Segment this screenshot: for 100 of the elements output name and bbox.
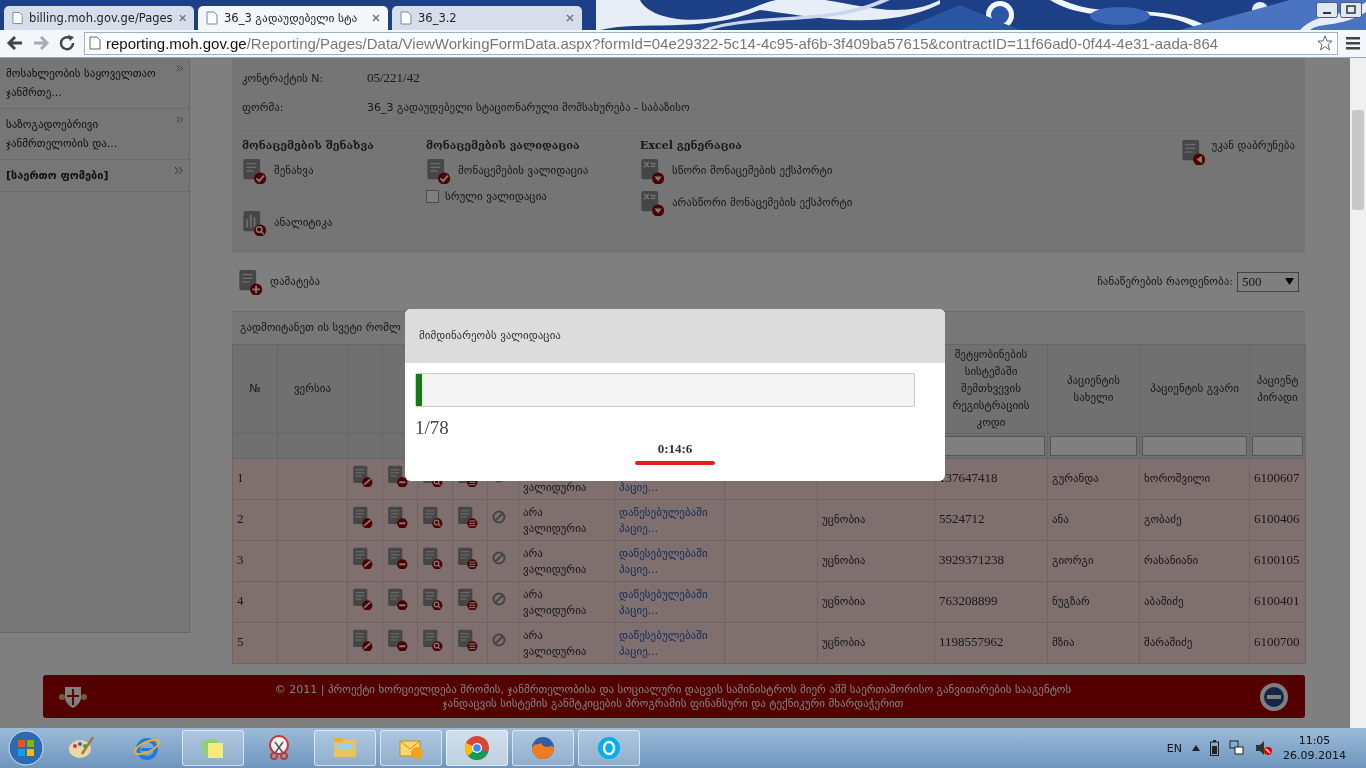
address-bar[interactable]: reporting.moh.gov.ge/Reporting/Pages/Data/ViewWorkingFormData.aspx?formId=04e29322-5c14-4c95-af6b-3f409ba57615&contractID=11f66ad0-0f44-4e31-aada-864 [84, 31, 1338, 55]
scrollbar[interactable] [1350, 57, 1366, 729]
document-pencil-icon [352, 588, 374, 611]
table-cell: შარაშიძე [1139, 622, 1250, 664]
table-cell: რახანიანი [1139, 540, 1250, 582]
table-cell-text: ვალიდურია [523, 479, 588, 496]
checkbox[interactable] [426, 189, 439, 203]
filter-field[interactable] [1050, 435, 1137, 456]
sidebar-item[interactable]: [საერთო ფომები] [0, 159, 189, 192]
column-header: პაციენტის გვარი [1150, 381, 1239, 398]
action-link[interactable]: შენახვა [274, 164, 314, 178]
browser-tab[interactable]: 36_3 გადაუდებელი სტა [198, 5, 388, 30]
page-icon [89, 36, 101, 51]
ban-icon[interactable] [492, 510, 506, 525]
page-size-select[interactable]: 500 [1237, 271, 1299, 292]
seal-icon [1259, 681, 1289, 712]
table-cell: ნუგზარ [1047, 581, 1140, 623]
table-cell: ანა [1047, 499, 1140, 541]
document-search-icon [422, 547, 444, 570]
table-cell: გობაძე [1139, 499, 1250, 541]
table-cell: 6100607 [1249, 458, 1306, 500]
back-arrow-icon[interactable] [6, 35, 24, 52]
table-cell: უცნობია [817, 499, 935, 541]
document-minus-icon [387, 547, 409, 570]
action-link[interactable]: არასწორი მონაცემების ექსპორტი [672, 196, 853, 210]
document-list-icon [457, 629, 479, 652]
group-hint: გადმოიტანეთ ის სვეტი რომლ [240, 321, 401, 335]
table-cell: უცნობია [817, 540, 935, 582]
caret-icon [1285, 278, 1294, 286]
minimize-icon[interactable] [1316, 2, 1338, 18]
document-list-icon [457, 506, 479, 529]
group-title: Excel გენერაცია [640, 138, 743, 152]
table-cell: აბაშიძე [1139, 581, 1250, 623]
document-search-icon [422, 629, 444, 652]
network-icon[interactable] [1229, 740, 1245, 756]
forward-arrow-icon[interactable] [32, 35, 50, 52]
close-icon[interactable] [178, 13, 186, 22]
double-chevron-icon [175, 114, 183, 124]
ban-icon[interactable] [492, 551, 506, 566]
double-chevron-icon [174, 165, 183, 175]
spreadsheet-download-icon [640, 157, 666, 184]
double-chevron-icon [175, 63, 183, 73]
table-cell: 6100406 [1249, 499, 1306, 541]
table-cell: გურანდა [1047, 458, 1140, 500]
table-cell: მზია [1047, 622, 1140, 664]
column-header: პაციენტ პირადი [1255, 372, 1300, 406]
fox-globe-icon[interactable] [529, 734, 557, 762]
page-size-label: ჩანაწერების რაოდენობა: [1097, 275, 1233, 289]
table-cell: უცნობია [817, 622, 935, 664]
info-label: ფორმა: [242, 100, 285, 114]
table-cell-text: არა ვალიდურია [523, 545, 588, 578]
star-icon[interactable] [1317, 35, 1333, 52]
document-list-icon [457, 588, 479, 611]
language-indicator[interactable]: EN [1166, 741, 1182, 755]
document-search-icon [422, 588, 444, 611]
browser-tab[interactable]: 36_3.2 [392, 5, 582, 30]
close-icon[interactable] [566, 13, 574, 22]
start-icon[interactable] [6, 729, 46, 767]
document-search-icon [422, 506, 444, 529]
action-link[interactable]: სწორი მონაცემების ექსპორტი [672, 164, 833, 178]
battery-icon[interactable] [1210, 740, 1219, 756]
column-header: პაციენტის სახელი [1065, 372, 1122, 406]
caret-up-icon[interactable] [1192, 745, 1200, 751]
maximize-icon[interactable] [1340, 2, 1362, 18]
muted-speaker-icon[interactable] [1255, 740, 1273, 756]
wheel-icon[interactable] [463, 734, 491, 762]
browser-tab[interactable]: billing.moh.gov.ge/Pages [4, 5, 194, 30]
filter-field[interactable] [1252, 435, 1303, 456]
group-title: მონაცემების ვალიდაცია [426, 138, 581, 152]
table-cell: 2 [232, 499, 278, 541]
add-link[interactable]: დამატება [270, 275, 320, 289]
menu-icon[interactable] [1346, 36, 1360, 51]
footer-text: © 2011 | პროექტი ხორციელდება შრომის, ჯანმრთელობისა და სოციალური დაცვის სამინისტროს მიერ აშშ საერთაშორისო განვითარების სააგენტოს ჯანდაცვის სისტემის განმტკიცების პროგრამის ფინანსური და ტექნიკური მხარდაჭერით [273, 682, 1073, 711]
table-cell: 6100401 [1249, 581, 1306, 623]
ban-icon[interactable] [492, 633, 506, 648]
column-header: № [249, 381, 261, 398]
table-cell: 3929371238 [934, 540, 1048, 582]
spreadsheet-download-icon [640, 189, 666, 216]
table-cell: 1 [232, 458, 278, 500]
clock[interactable]: 11:05 26.09.2014 [1283, 733, 1346, 763]
document-pencil-icon [352, 629, 374, 652]
table-cell: 6100700 [1249, 622, 1306, 664]
action-link[interactable]: ანალიტიკა [274, 216, 333, 230]
reload-icon[interactable] [58, 34, 76, 53]
checkbox-label[interactable]: სრული ვალიდაცია [445, 189, 547, 203]
back-link[interactable]: უკან დაბრუნება [1211, 138, 1295, 152]
progress-count: 1/78 [415, 416, 449, 439]
document-plus-icon [238, 268, 264, 295]
chat-bubble-icon[interactable] [595, 734, 623, 762]
ban-icon[interactable] [492, 592, 506, 607]
table-cell-text: არა ვალიდურია [523, 586, 588, 619]
filter-field[interactable] [1142, 435, 1247, 456]
document-back-icon [1181, 138, 1208, 165]
document-pencil-icon [352, 506, 374, 529]
close-icon[interactable] [372, 13, 380, 22]
column-header: შეტყობინების სისტემაში შემთხვევის რეგისტრაციის კოდი [951, 347, 1031, 432]
action-link[interactable]: მონაცემების ვალიდაცია [458, 164, 589, 178]
document-minus-icon [387, 506, 409, 529]
sidebar-item[interactable]: საზოგადოებრივი ჯანმრთელობის და... [0, 108, 189, 160]
table-cell: ხოროშვილი [1139, 458, 1250, 500]
